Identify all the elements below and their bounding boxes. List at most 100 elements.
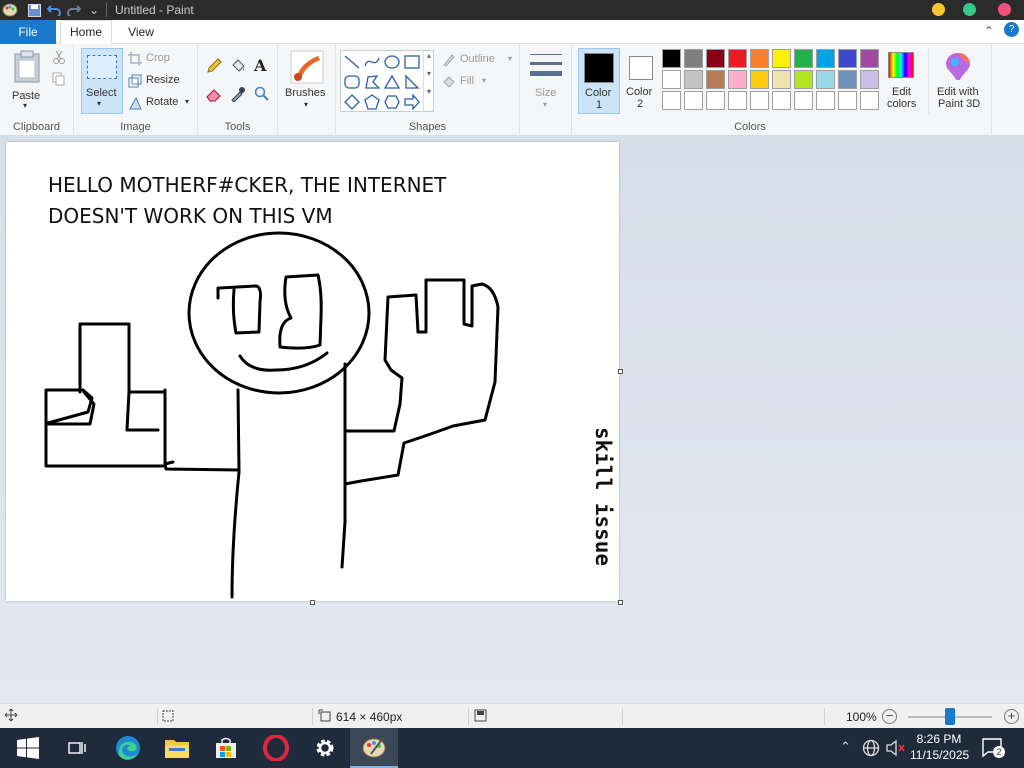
help-icon[interactable]: ?	[1004, 22, 1019, 37]
palette-swatch[interactable]	[772, 91, 791, 110]
paint-app-icon[interactable]	[0, 0, 20, 20]
paste-dropdown-icon[interactable]: ▾	[23, 101, 27, 110]
palette-swatch[interactable]	[706, 49, 725, 68]
right-triangle-shape-icon[interactable]	[404, 74, 420, 90]
palette-swatch[interactable]	[794, 91, 813, 110]
curve-shape-icon[interactable]	[364, 54, 380, 70]
eraser-icon[interactable]	[206, 86, 222, 105]
palette-swatch[interactable]	[662, 49, 681, 68]
minimize-ribbon-icon[interactable]: ⌃	[984, 24, 994, 38]
fill-dropdown-icon[interactable]: ▾	[482, 76, 486, 85]
microsoft-store-icon[interactable]	[202, 728, 250, 768]
select-dropdown-icon[interactable]: ▾	[97, 99, 101, 108]
color-picker-icon[interactable]	[230, 86, 246, 105]
network-globe-icon[interactable]	[862, 739, 880, 760]
drawing-canvas[interactable]: HELLO MOTHERF#CKER, THE INTERNET DOESN'T…	[6, 142, 619, 601]
pencil-icon[interactable]	[206, 58, 222, 77]
right-arrow-shape-icon[interactable]	[404, 94, 420, 110]
settings-gear-icon[interactable]	[301, 728, 349, 768]
palette-swatch[interactable]	[684, 70, 703, 89]
outline-dropdown-icon[interactable]: ▾	[508, 54, 512, 63]
fill-button[interactable]: Fill ▾	[442, 74, 518, 90]
triangle-shape-icon[interactable]	[384, 74, 400, 90]
palette-swatch[interactable]	[816, 49, 835, 68]
palette-swatch[interactable]	[662, 91, 681, 110]
minimize-button[interactable]	[932, 3, 945, 16]
resize-handle-bottom[interactable]	[310, 600, 315, 605]
paste-button[interactable]: Paste ▾	[8, 48, 46, 110]
palette-swatch[interactable]	[750, 91, 769, 110]
polygon-shape-icon[interactable]	[364, 74, 380, 90]
palette-swatch[interactable]	[750, 70, 769, 89]
start-button[interactable]	[4, 728, 52, 768]
text-tool-icon[interactable]: A	[254, 56, 266, 75]
copy-icon[interactable]	[52, 72, 66, 89]
palette-swatch[interactable]	[684, 91, 703, 110]
brushes-dropdown-icon[interactable]: ▾	[304, 100, 308, 109]
resize-handle-corner[interactable]	[618, 600, 623, 605]
paint-taskbar-button[interactable]	[350, 728, 398, 768]
palette-swatch[interactable]	[838, 70, 857, 89]
palette-swatch[interactable]	[794, 49, 813, 68]
file-explorer-icon[interactable]	[153, 728, 201, 768]
rectangle-shape-icon[interactable]	[404, 54, 420, 70]
notifications-icon[interactable]: 2	[982, 738, 1005, 761]
shapes-scroll[interactable]: ▴ ▾ ▾	[423, 51, 434, 111]
pentagon-shape-icon[interactable]	[364, 94, 380, 110]
oval-shape-icon[interactable]	[384, 54, 400, 70]
palette-swatch[interactable]	[816, 70, 835, 89]
resize-handle-right[interactable]	[618, 369, 623, 374]
palette-swatch[interactable]	[860, 70, 879, 89]
volume-muted-icon[interactable]	[886, 739, 906, 760]
color2-button[interactable]: Color 2	[624, 48, 662, 114]
edit-with-paint3d-button[interactable]: Edit with Paint 3D	[928, 48, 988, 114]
edge-browser-icon[interactable]	[104, 728, 152, 768]
undo-icon[interactable]	[44, 0, 64, 20]
hexagon-shape-icon[interactable]	[384, 94, 400, 110]
clock[interactable]: 8:26 PM 11/15/2025	[910, 731, 969, 763]
magnifier-icon[interactable]	[254, 86, 270, 105]
palette-swatch[interactable]	[750, 49, 769, 68]
palette-swatch[interactable]	[816, 91, 835, 110]
brushes-button[interactable]: Brushes ▾	[284, 48, 332, 114]
task-view-icon[interactable]	[54, 728, 102, 768]
rounded-rectangle-shape-icon[interactable]	[344, 74, 360, 90]
maximize-button[interactable]	[963, 3, 976, 16]
crop-button[interactable]: Crop	[128, 50, 194, 68]
palette-swatch[interactable]	[706, 91, 725, 110]
zoom-in-button[interactable]: +	[1004, 709, 1019, 724]
palette-swatch[interactable]	[662, 70, 681, 89]
palette-swatch[interactable]	[772, 70, 791, 89]
diamond-shape-icon[interactable]	[344, 94, 360, 110]
close-button[interactable]	[998, 3, 1011, 16]
palette-swatch[interactable]	[728, 49, 747, 68]
show-hidden-icons-button[interactable]: ⌃	[840, 739, 851, 755]
line-shape-icon[interactable]	[344, 54, 360, 70]
zoom-slider-thumb[interactable]	[945, 708, 955, 725]
palette-swatch[interactable]	[838, 49, 857, 68]
palette-swatch[interactable]	[860, 91, 879, 110]
palette-swatch[interactable]	[772, 49, 791, 68]
size-button[interactable]: Size ▾	[526, 50, 566, 112]
palette-swatch[interactable]	[794, 70, 813, 89]
zoom-out-button[interactable]: −	[882, 709, 897, 724]
palette-swatch[interactable]	[728, 70, 747, 89]
palette-swatch[interactable]	[860, 49, 879, 68]
palette-swatch[interactable]	[706, 70, 725, 89]
rotate-dropdown-icon[interactable]: ▾	[185, 97, 189, 106]
palette-swatch[interactable]	[728, 91, 747, 110]
outline-button[interactable]: Outline ▾	[442, 52, 518, 68]
select-button[interactable]: Select ▾	[81, 48, 123, 114]
tab-view[interactable]: View	[118, 20, 164, 44]
opera-browser-icon[interactable]	[252, 728, 300, 768]
edit-colors-button[interactable]: Edit colors	[880, 48, 924, 114]
tab-home[interactable]: Home	[60, 20, 112, 44]
palette-swatch[interactable]	[684, 49, 703, 68]
customize-quick-access-button[interactable]: ⌄	[84, 0, 104, 20]
resize-button[interactable]: Resize	[128, 72, 194, 90]
rotate-button[interactable]: Rotate ▾	[128, 94, 194, 112]
redo-icon[interactable]	[64, 0, 84, 20]
save-icon[interactable]	[24, 0, 44, 20]
tab-file[interactable]: File	[0, 20, 56, 44]
palette-swatch[interactable]	[838, 91, 857, 110]
